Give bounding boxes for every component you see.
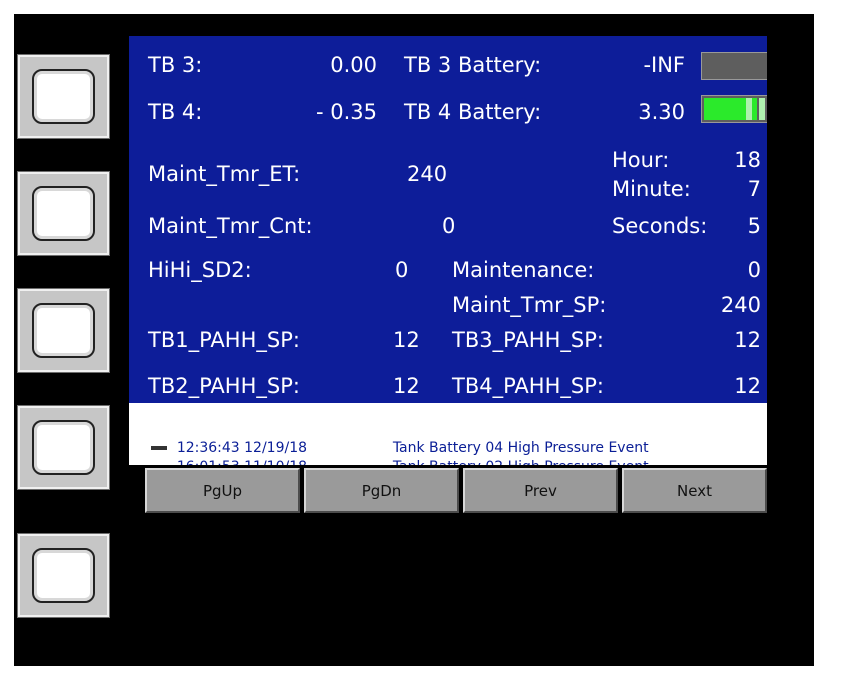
- tb3-pahh-sp-label: TB3_PAHH_SP:: [452, 328, 604, 352]
- minute-label: Minute:: [612, 177, 691, 201]
- pgdn-button[interactable]: PgDn: [304, 468, 459, 513]
- hihi-sd2-label: HiHi_SD2:: [148, 258, 252, 282]
- prev-button[interactable]: Prev: [463, 468, 618, 513]
- next-button[interactable]: Next: [622, 468, 767, 513]
- maint-tmr-et-label: Maint_Tmr_ET:: [148, 162, 301, 186]
- softkey-1[interactable]: [17, 54, 110, 139]
- maint-tmr-et-value: 240: [407, 162, 448, 186]
- seconds-label: Seconds:: [612, 214, 708, 238]
- alarm-banner[interactable]: 12:36:43 12/19/18 Tank Battery 04 High Pr…: [129, 403, 767, 475]
- alarm-nav-bar: PgUp PgDn Prev Next: [129, 465, 767, 515]
- tb1-pahh-sp-label: TB1_PAHH_SP:: [148, 328, 300, 352]
- tb4-pahh-sp-value: 12: [734, 374, 761, 398]
- tb3-battery-label: TB 3 Battery:: [404, 53, 542, 77]
- maintenance-label: Maintenance:: [452, 258, 595, 282]
- softkey-2-face[interactable]: [32, 186, 95, 241]
- minute-value: 7: [747, 177, 761, 201]
- tb4-battery-value: 3.30: [638, 100, 685, 124]
- tb4-battery-segment: [759, 98, 765, 120]
- maint-tmr-cnt-value: 0: [442, 214, 456, 238]
- softkey-3[interactable]: [17, 288, 110, 373]
- tb4-label: TB 4:: [148, 100, 203, 124]
- maintenance-value: 0: [747, 258, 761, 282]
- softkey-5-face[interactable]: [32, 548, 95, 603]
- alarm-row[interactable]: 12:36:43 12/19/18 Tank Battery 04 High Pr…: [133, 424, 649, 456]
- maint-tmr-sp-label: Maint_Tmr_SP:: [452, 293, 607, 317]
- maint-tmr-cnt-label: Maint_Tmr_Cnt:: [148, 214, 313, 238]
- tb2-pahh-sp-label: TB2_PAHH_SP:: [148, 374, 300, 398]
- pgup-button[interactable]: PgUp: [145, 468, 300, 513]
- softkey-5[interactable]: [17, 533, 110, 618]
- tb4-value: - 0.35: [315, 100, 377, 124]
- tb3-pahh-sp-value: 12: [734, 328, 761, 352]
- tb3-label: TB 3:: [148, 53, 203, 77]
- tb1-pahh-sp-value: 12: [393, 328, 420, 352]
- softkey-1-face[interactable]: [32, 69, 95, 124]
- softkey-4[interactable]: [17, 405, 110, 490]
- softkey-4-face[interactable]: [32, 420, 95, 475]
- tb4-battery-label: TB 4 Battery:: [404, 100, 542, 124]
- hihi-sd2-value: 0: [395, 258, 409, 282]
- tb3-value: 0.00: [330, 53, 377, 77]
- tb2-pahh-sp-value: 12: [393, 374, 420, 398]
- hour-label: Hour:: [612, 148, 670, 172]
- tb4-battery-gauge: [701, 95, 767, 123]
- softkey-2[interactable]: [17, 171, 110, 256]
- softkey-3-face[interactable]: [32, 303, 95, 358]
- hour-value: 18: [734, 148, 761, 172]
- tb3-battery-gauge: [701, 52, 767, 80]
- alarm-row[interactable]: 16:01:53 11/10/18Tank Battery 02 High Pr…: [133, 443, 649, 475]
- tb3-battery-value: -INF: [643, 53, 685, 77]
- tb4-pahh-sp-label: TB4_PAHH_SP:: [452, 374, 604, 398]
- hmi-screen: TB 3: 0.00 TB 3 Battery: -INF TB 4: - 0.…: [129, 36, 767, 403]
- maint-tmr-sp-value: 240: [720, 293, 761, 317]
- tb4-battery-segment: [746, 98, 752, 120]
- seconds-value: 5: [747, 214, 761, 238]
